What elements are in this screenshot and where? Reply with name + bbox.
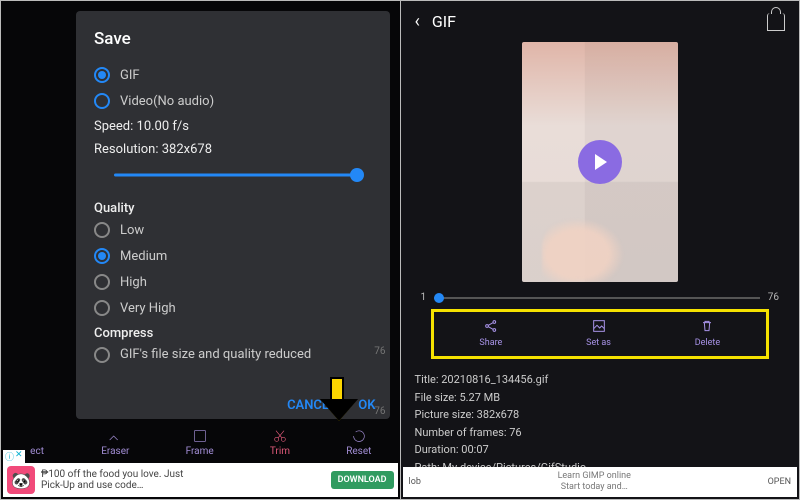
- quality-medium-option[interactable]: Medium: [94, 248, 372, 264]
- save-dialog: Save GIF Video(No audio) Speed: 10.00 f/…: [76, 11, 390, 419]
- format-gif-label: GIF: [120, 68, 140, 83]
- nav-trim[interactable]: Trim: [270, 428, 290, 457]
- share-icon: [483, 318, 499, 334]
- nav-effect[interactable]: ect: [29, 428, 45, 457]
- quality-low-label: Low: [120, 223, 144, 238]
- share-button[interactable]: Share: [479, 318, 502, 348]
- radio-unchecked-icon: [94, 274, 110, 290]
- cancel-button[interactable]: CANCEL: [287, 398, 336, 413]
- slider-track[interactable]: [434, 297, 760, 299]
- image-icon: [591, 318, 607, 334]
- dialog-title: Save: [94, 29, 372, 49]
- resolution-label: Resolution: 382x678: [94, 142, 372, 157]
- meta-frames: Number of frames: 76: [415, 424, 786, 442]
- page-title: GIF: [432, 12, 755, 31]
- slider-end: 76: [768, 292, 779, 303]
- slider-track: [114, 174, 362, 177]
- header: ‹ GIF: [401, 1, 800, 42]
- compress-option[interactable]: GIF's file size and quality reduced: [94, 347, 372, 364]
- ad-text: ₱100 off the food you love. JustPick-Up …: [41, 469, 325, 492]
- meta-title: Title: 20210816_134456.gif: [415, 371, 786, 389]
- delete-button[interactable]: Delete: [695, 318, 720, 348]
- frame-slider[interactable]: 1 76: [421, 292, 780, 303]
- ad-badge[interactable]: ⓘ✕: [3, 450, 25, 463]
- frame-tick-upper: 76: [374, 346, 385, 357]
- nav-frame[interactable]: Frame: [186, 428, 214, 457]
- file-metadata: Title: 20210816_134456.gif File size: 5.…: [401, 367, 800, 481]
- quality-veryhigh-option[interactable]: Very High: [94, 300, 372, 316]
- ad-app-icon: 🐼: [7, 466, 35, 494]
- action-row-highlight: Share Set as Delete: [431, 309, 770, 359]
- frame-icon: [192, 428, 208, 444]
- ad-text-right: Learn GIMP onlineStart today and…: [427, 471, 762, 493]
- format-video-label: Video(No audio): [120, 94, 214, 109]
- quality-low-option[interactable]: Low: [94, 222, 372, 238]
- effect-icon: [29, 428, 45, 444]
- frame-tick-lower: 76: [374, 406, 385, 417]
- gif-preview[interactable]: [522, 42, 678, 282]
- quality-high-option[interactable]: High: [94, 274, 372, 290]
- banner-ad-right[interactable]: lob Learn GIMP onlineStart today and… OP…: [403, 467, 798, 497]
- ad-download-button[interactable]: DOWNLOAD: [331, 471, 394, 489]
- quality-high-label: High: [120, 275, 147, 290]
- back-button[interactable]: ‹: [415, 11, 420, 32]
- radio-checked-icon: [94, 67, 110, 83]
- meta-filesize: File size: 5.27 MB: [415, 389, 786, 407]
- quality-medium-label: Medium: [120, 249, 167, 264]
- meta-picsize: Picture size: 382x678: [415, 406, 786, 424]
- radio-unchecked-icon: [94, 347, 110, 363]
- nav-reset[interactable]: Reset: [346, 428, 371, 457]
- basket-icon[interactable]: [767, 13, 785, 31]
- nav-eraser[interactable]: Eraser: [101, 428, 129, 457]
- radio-checked-icon: [94, 248, 110, 264]
- meta-duration: Duration: 00:07: [415, 441, 786, 459]
- right-screen: ‹ GIF 1 76 Share Set as Dele: [400, 1, 800, 499]
- ok-button[interactable]: OK: [358, 398, 375, 413]
- format-video-option[interactable]: Video(No audio): [94, 93, 372, 109]
- slider-start: 1: [421, 292, 427, 303]
- banner-ad-left[interactable]: 🐼 ₱100 off the food you love. JustPick-U…: [3, 463, 398, 497]
- scissors-icon: [272, 428, 288, 444]
- resolution-slider[interactable]: [94, 163, 372, 187]
- speed-label: Speed: 10.00 f/s: [94, 119, 372, 134]
- quality-heading: Quality: [94, 201, 372, 216]
- slider-thumb-icon[interactable]: [350, 168, 364, 182]
- bottom-toolbar: ect Eraser Frame Trim Reset: [1, 421, 400, 463]
- ad-open-button[interactable]: OPEN: [768, 477, 791, 487]
- compress-heading: Compress: [94, 326, 372, 341]
- preview-hand: [542, 212, 632, 282]
- compress-label: GIF's file size and quality reduced: [120, 347, 311, 364]
- radio-unchecked-icon: [94, 222, 110, 238]
- play-button[interactable]: [578, 140, 622, 184]
- trash-icon: [699, 318, 715, 334]
- reset-icon: [351, 428, 367, 444]
- ad-tag: lob: [409, 477, 421, 487]
- left-screen: Save GIF Video(No audio) Speed: 10.00 f/…: [1, 1, 400, 499]
- eraser-icon: [107, 428, 123, 444]
- quality-veryhigh-label: Very High: [120, 301, 176, 316]
- radio-unchecked-icon: [94, 300, 110, 316]
- radio-unchecked-icon: [94, 93, 110, 109]
- format-gif-option[interactable]: GIF: [94, 67, 372, 83]
- setas-button[interactable]: Set as: [586, 318, 611, 348]
